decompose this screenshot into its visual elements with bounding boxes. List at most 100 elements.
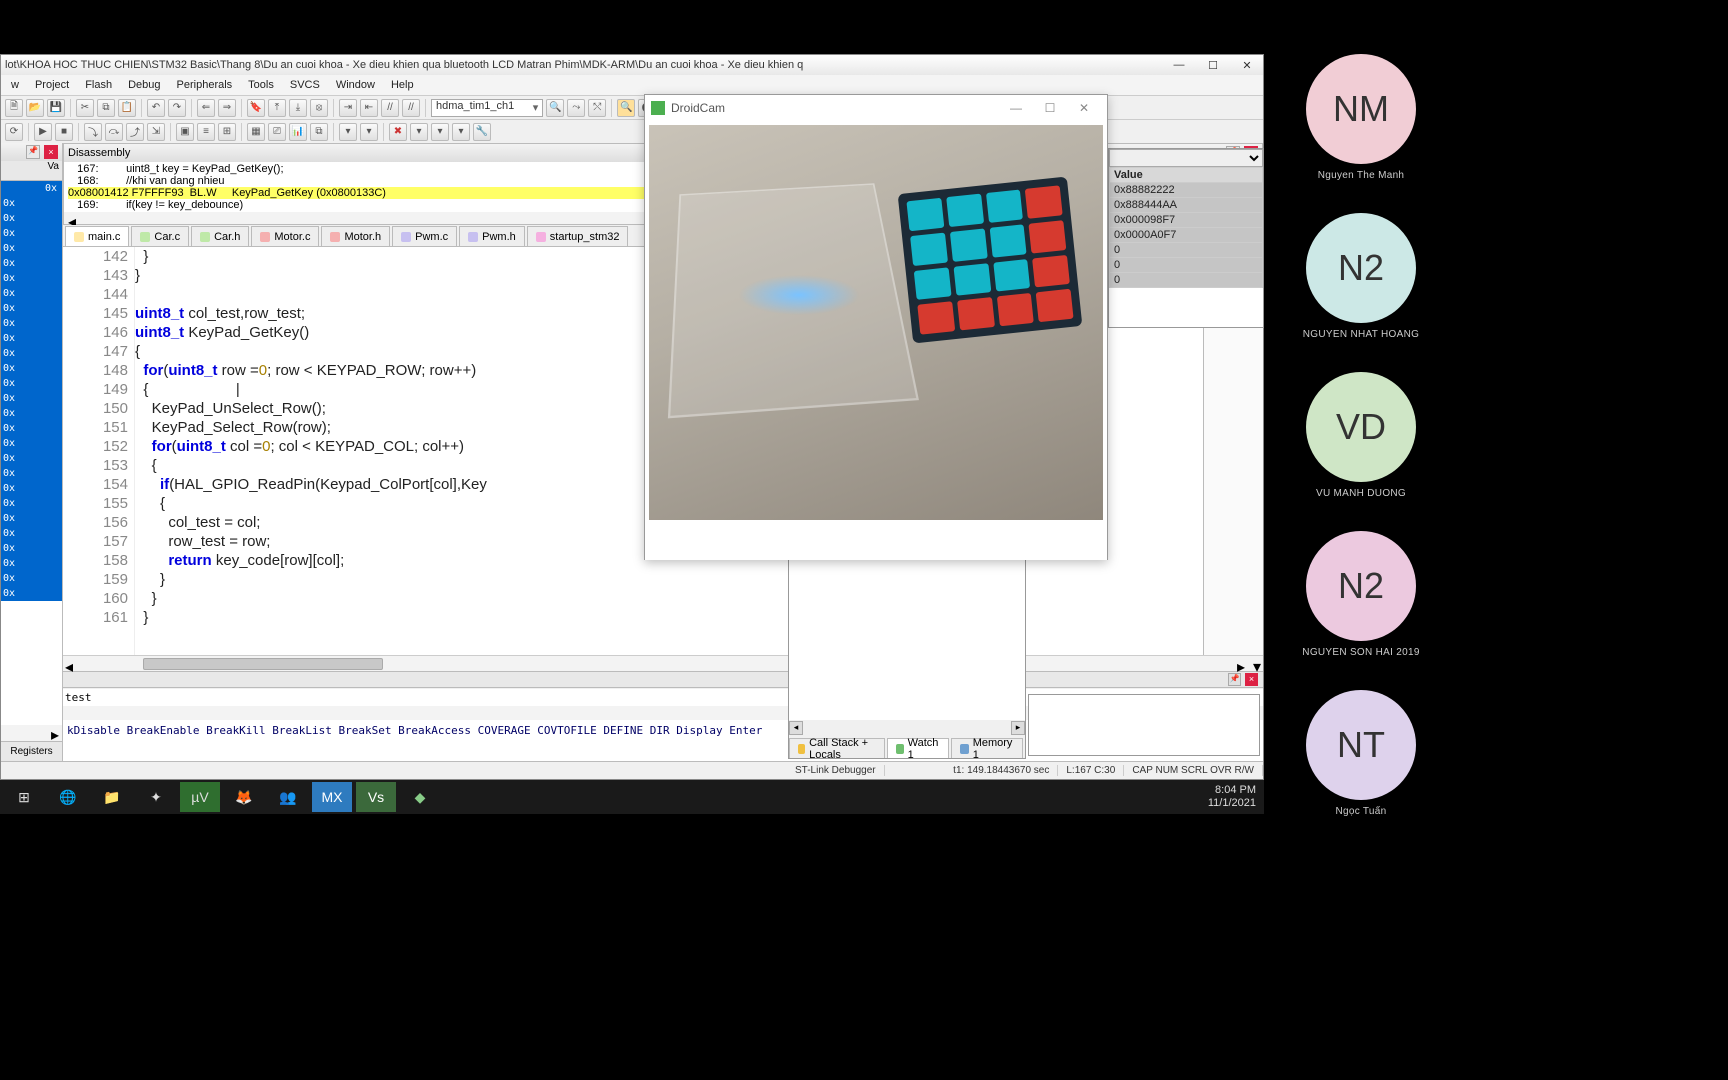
menu-flash[interactable]: Flash (78, 77, 119, 93)
cubemx-icon[interactable]: MX (312, 782, 352, 812)
watch-value[interactable]: 0x000098F7 (1110, 213, 1263, 228)
menu-tools[interactable]: Tools (241, 77, 281, 93)
tab-Pwm-c[interactable]: Pwm.c (392, 226, 457, 246)
memory-popup[interactable] (1028, 694, 1260, 756)
participant[interactable]: NTNgọc Tuấn (1296, 690, 1426, 817)
menu-svcs[interactable]: SVCS (283, 77, 327, 93)
menu-debug[interactable]: Debug (121, 77, 167, 93)
watch-value[interactable]: 0x888444AA (1110, 198, 1263, 213)
minimize-button[interactable]: — (999, 101, 1033, 115)
address-cell[interactable]: 0x (1, 181, 62, 196)
address-cell[interactable]: 0x (1, 496, 62, 511)
remove-bp-icon[interactable]: ✖ (389, 123, 407, 141)
address-cell[interactable]: 0x (1, 211, 62, 226)
tab-main-c[interactable]: main.c (65, 226, 129, 246)
participant[interactable]: NMNguyen The Manh (1296, 54, 1426, 181)
participant[interactable]: N2NGUYEN SON HAI 2019 (1296, 531, 1426, 658)
code-line[interactable]: } (135, 570, 1203, 589)
address-cell[interactable]: 0x (1, 571, 62, 586)
dropdown5-icon[interactable]: ▾ (452, 123, 470, 141)
callstack-panel[interactable]: ◂ ▸ Call Stack + LocalsWatch 1Memory 1 (788, 559, 1026, 759)
disasm-icon[interactable]: ≡ (197, 123, 215, 141)
tab-Motor-c[interactable]: Motor.c (251, 226, 319, 246)
vscode-icon[interactable]: ✦ (136, 782, 176, 812)
watch-select[interactable] (1109, 149, 1263, 167)
address-cell[interactable]: 0x (1, 301, 62, 316)
address-cell[interactable]: 0x (1, 421, 62, 436)
indent-icon[interactable]: ⇥ (339, 99, 357, 117)
address-cell[interactable]: 0x (1, 241, 62, 256)
participant[interactable]: N2NGUYEN NHAT HOANG (1296, 213, 1426, 340)
new-icon[interactable]: 🗎 (5, 99, 23, 117)
copy-icon[interactable]: ⧉ (97, 99, 115, 117)
code-line[interactable]: } (135, 589, 1203, 608)
window-icon[interactable]: ▣ (176, 123, 194, 141)
droidcam-window[interactable]: DroidCam — ☐ ✕ (644, 94, 1108, 560)
app-icon[interactable]: ◆ (400, 782, 440, 812)
wrench-icon[interactable]: 🔧 (473, 123, 491, 141)
dropdown4-icon[interactable]: ▾ (431, 123, 449, 141)
panel-tab-call-stack-locals[interactable]: Call Stack + Locals (789, 738, 885, 758)
redo-icon[interactable]: ↷ (168, 99, 186, 117)
address-cell[interactable]: 0x (1, 466, 62, 481)
address-cell[interactable]: 0x (1, 196, 62, 211)
start-button[interactable]: ⊞ (4, 782, 44, 812)
teams-icon[interactable]: 👥 (268, 782, 308, 812)
editor-hscroll[interactable]: ◂ ▸ ▾ (63, 655, 1263, 671)
scroll-right-icon[interactable]: ▸ (48, 725, 62, 741)
participant[interactable]: VDVU MANH DUONG (1296, 372, 1426, 499)
debug-start-icon[interactable]: 🔍 (617, 99, 635, 117)
dma-select[interactable]: hdma_tim1_ch1 (431, 99, 543, 117)
dropdown1-icon[interactable]: ▾ (339, 123, 357, 141)
close-button[interactable]: ✕ (1067, 101, 1101, 115)
pin-icon[interactable]: 📌 (1228, 673, 1241, 686)
back-icon[interactable]: ⇐ (197, 99, 215, 117)
find-prev-icon[interactable]: ⤲ (588, 99, 606, 117)
dropdown2-icon[interactable]: ▾ (360, 123, 378, 141)
address-cell[interactable]: 0x (1, 331, 62, 346)
minimize-button[interactable]: — (1167, 59, 1191, 72)
keil-icon[interactable]: µV (180, 782, 220, 812)
find-next-icon[interactable]: ⤳ (567, 99, 585, 117)
code-line[interactable]: } (135, 608, 1203, 627)
title-bar[interactable]: lot\KHOA HOC THUC CHIEN\STM32 Basic\Than… (1, 55, 1263, 75)
scroll-right-icon[interactable]: ▸ (1011, 721, 1025, 735)
menu-project[interactable]: Project (28, 77, 76, 93)
close-panel-icon[interactable]: × (44, 145, 58, 159)
tab-Car-c[interactable]: Car.c (131, 226, 189, 246)
chrome-icon[interactable]: 🌐 (48, 782, 88, 812)
run-icon[interactable]: ▶ (34, 123, 52, 141)
menu-window[interactable]: Window (329, 77, 382, 93)
pin-icon[interactable]: 📌 (26, 145, 40, 159)
watch-value[interactable]: 0 (1110, 273, 1263, 288)
close-button[interactable]: ✕ (1235, 59, 1259, 72)
panel-tab-watch-1[interactable]: Watch 1 (887, 738, 950, 758)
analyzer-icon[interactable]: 📊 (289, 123, 307, 141)
outdent-icon[interactable]: ⇤ (360, 99, 378, 117)
address-cell[interactable]: 0x (1, 361, 62, 376)
serial-icon[interactable]: ⎚ (268, 123, 286, 141)
undo-icon[interactable]: ↶ (147, 99, 165, 117)
scroll-left-icon[interactable]: ◂ (789, 721, 803, 735)
menu-peripherals[interactable]: Peripherals (170, 77, 240, 93)
maximize-button[interactable]: ☐ (1033, 101, 1067, 115)
address-cell[interactable]: 0x (1, 556, 62, 571)
browser-icon[interactable]: 🦊 (224, 782, 264, 812)
trace-icon[interactable]: ⧉ (310, 123, 328, 141)
comment-icon[interactable]: // (381, 99, 399, 117)
step-over-icon[interactable]: ⤼ (105, 123, 123, 141)
address-cell[interactable]: 0x (1, 316, 62, 331)
vs-icon[interactable]: Vs (356, 782, 396, 812)
address-cell[interactable]: 0x (1, 481, 62, 496)
tab-startup_stm32[interactable]: startup_stm32 (527, 226, 629, 246)
menu-bar[interactable]: wProjectFlashDebugPeripheralsToolsSVCSWi… (1, 75, 1263, 95)
dropdown3-icon[interactable]: ▾ (410, 123, 428, 141)
tab-Pwm-h[interactable]: Pwm.h (459, 226, 525, 246)
mem-icon[interactable]: ▦ (247, 123, 265, 141)
address-cell[interactable]: 0x (1, 541, 62, 556)
stop-run-icon[interactable]: ■ (55, 123, 73, 141)
open-icon[interactable]: 📂 (26, 99, 44, 117)
address-cell[interactable]: 0x (1, 271, 62, 286)
address-cell[interactable]: 0x (1, 376, 62, 391)
panel-tab-memory-1[interactable]: Memory 1 (951, 738, 1023, 758)
